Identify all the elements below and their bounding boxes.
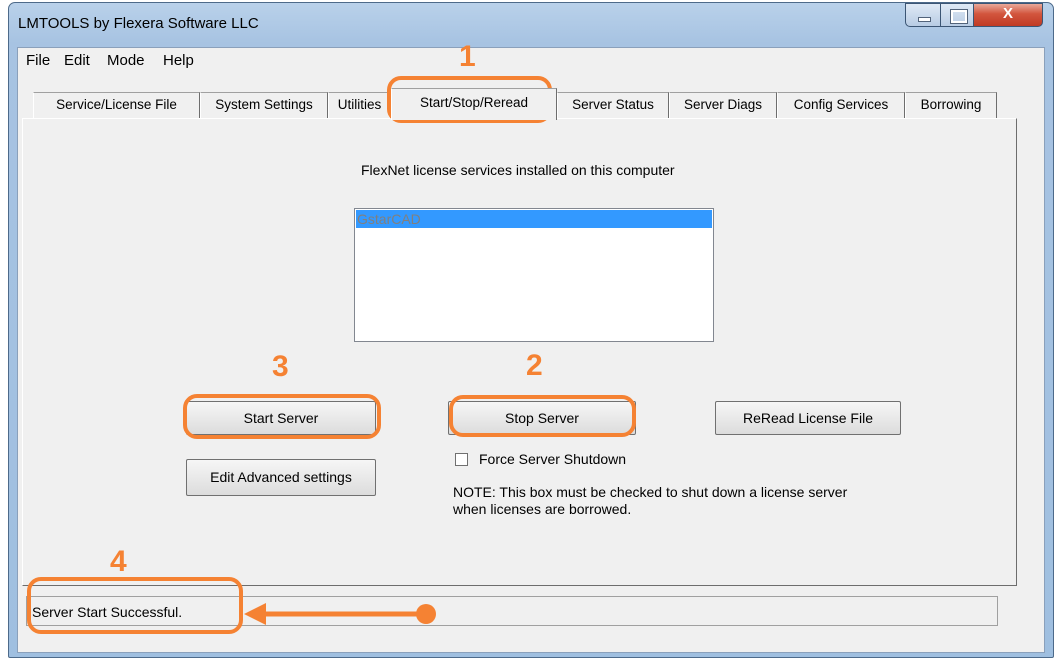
window-title: LMTOOLS by Flexera Software LLC [18, 15, 259, 32]
services-listbox[interactable]: GstarCAD [354, 208, 714, 342]
annotation-step-3: 3 [272, 350, 289, 383]
tab-utilities[interactable]: Utilities [328, 92, 391, 118]
annotation-step-4: 4 [110, 545, 127, 578]
note-line-2: when licenses are borrowed. [453, 501, 632, 517]
tab-service-license-file[interactable]: Service/License File [33, 92, 200, 118]
annotation-ring-start [183, 394, 381, 439]
minimize-icon [918, 17, 931, 22]
reread-license-file-button[interactable]: ReRead License File [715, 401, 901, 435]
menu-edit[interactable]: Edit [64, 52, 90, 69]
title-bar[interactable]: LMTOOLS by Flexera Software LLC X [9, 3, 1053, 47]
services-label: FlexNet license services installed on th… [361, 162, 675, 178]
menu-mode[interactable]: Mode [107, 52, 145, 69]
force-shutdown-checkbox[interactable] [455, 453, 468, 466]
close-icon: X [1002, 5, 1013, 22]
tab-config-services[interactable]: Config Services [777, 92, 905, 118]
tab-start-stop-reread[interactable]: Start/Stop/Reread [391, 88, 557, 120]
maximize-icon [950, 9, 968, 24]
annotation-step-2: 2 [526, 349, 543, 382]
list-item[interactable]: GstarCAD [356, 210, 712, 228]
maximize-button[interactable] [940, 3, 974, 27]
force-shutdown-label[interactable]: Force Server Shutdown [479, 451, 626, 467]
menu-bar: File Edit Mode Help [18, 48, 1044, 73]
minimize-button[interactable] [905, 3, 941, 27]
annotation-step-1: 1 [459, 40, 476, 73]
annotation-ring-status [27, 577, 243, 634]
tab-server-status[interactable]: Server Status [557, 92, 669, 118]
menu-help[interactable]: Help [163, 52, 194, 69]
note-line-1: NOTE: This box must be checked to shut d… [453, 484, 848, 500]
edit-advanced-settings-button[interactable]: Edit Advanced settings [186, 459, 376, 496]
tab-system-settings[interactable]: System Settings [200, 92, 328, 118]
tab-borrowing[interactable]: Borrowing [905, 92, 997, 118]
tab-server-diags[interactable]: Server Diags [669, 92, 777, 118]
annotation-ring-stop [449, 395, 636, 437]
menu-file[interactable]: File [26, 52, 50, 69]
close-button[interactable]: X [973, 3, 1043, 27]
